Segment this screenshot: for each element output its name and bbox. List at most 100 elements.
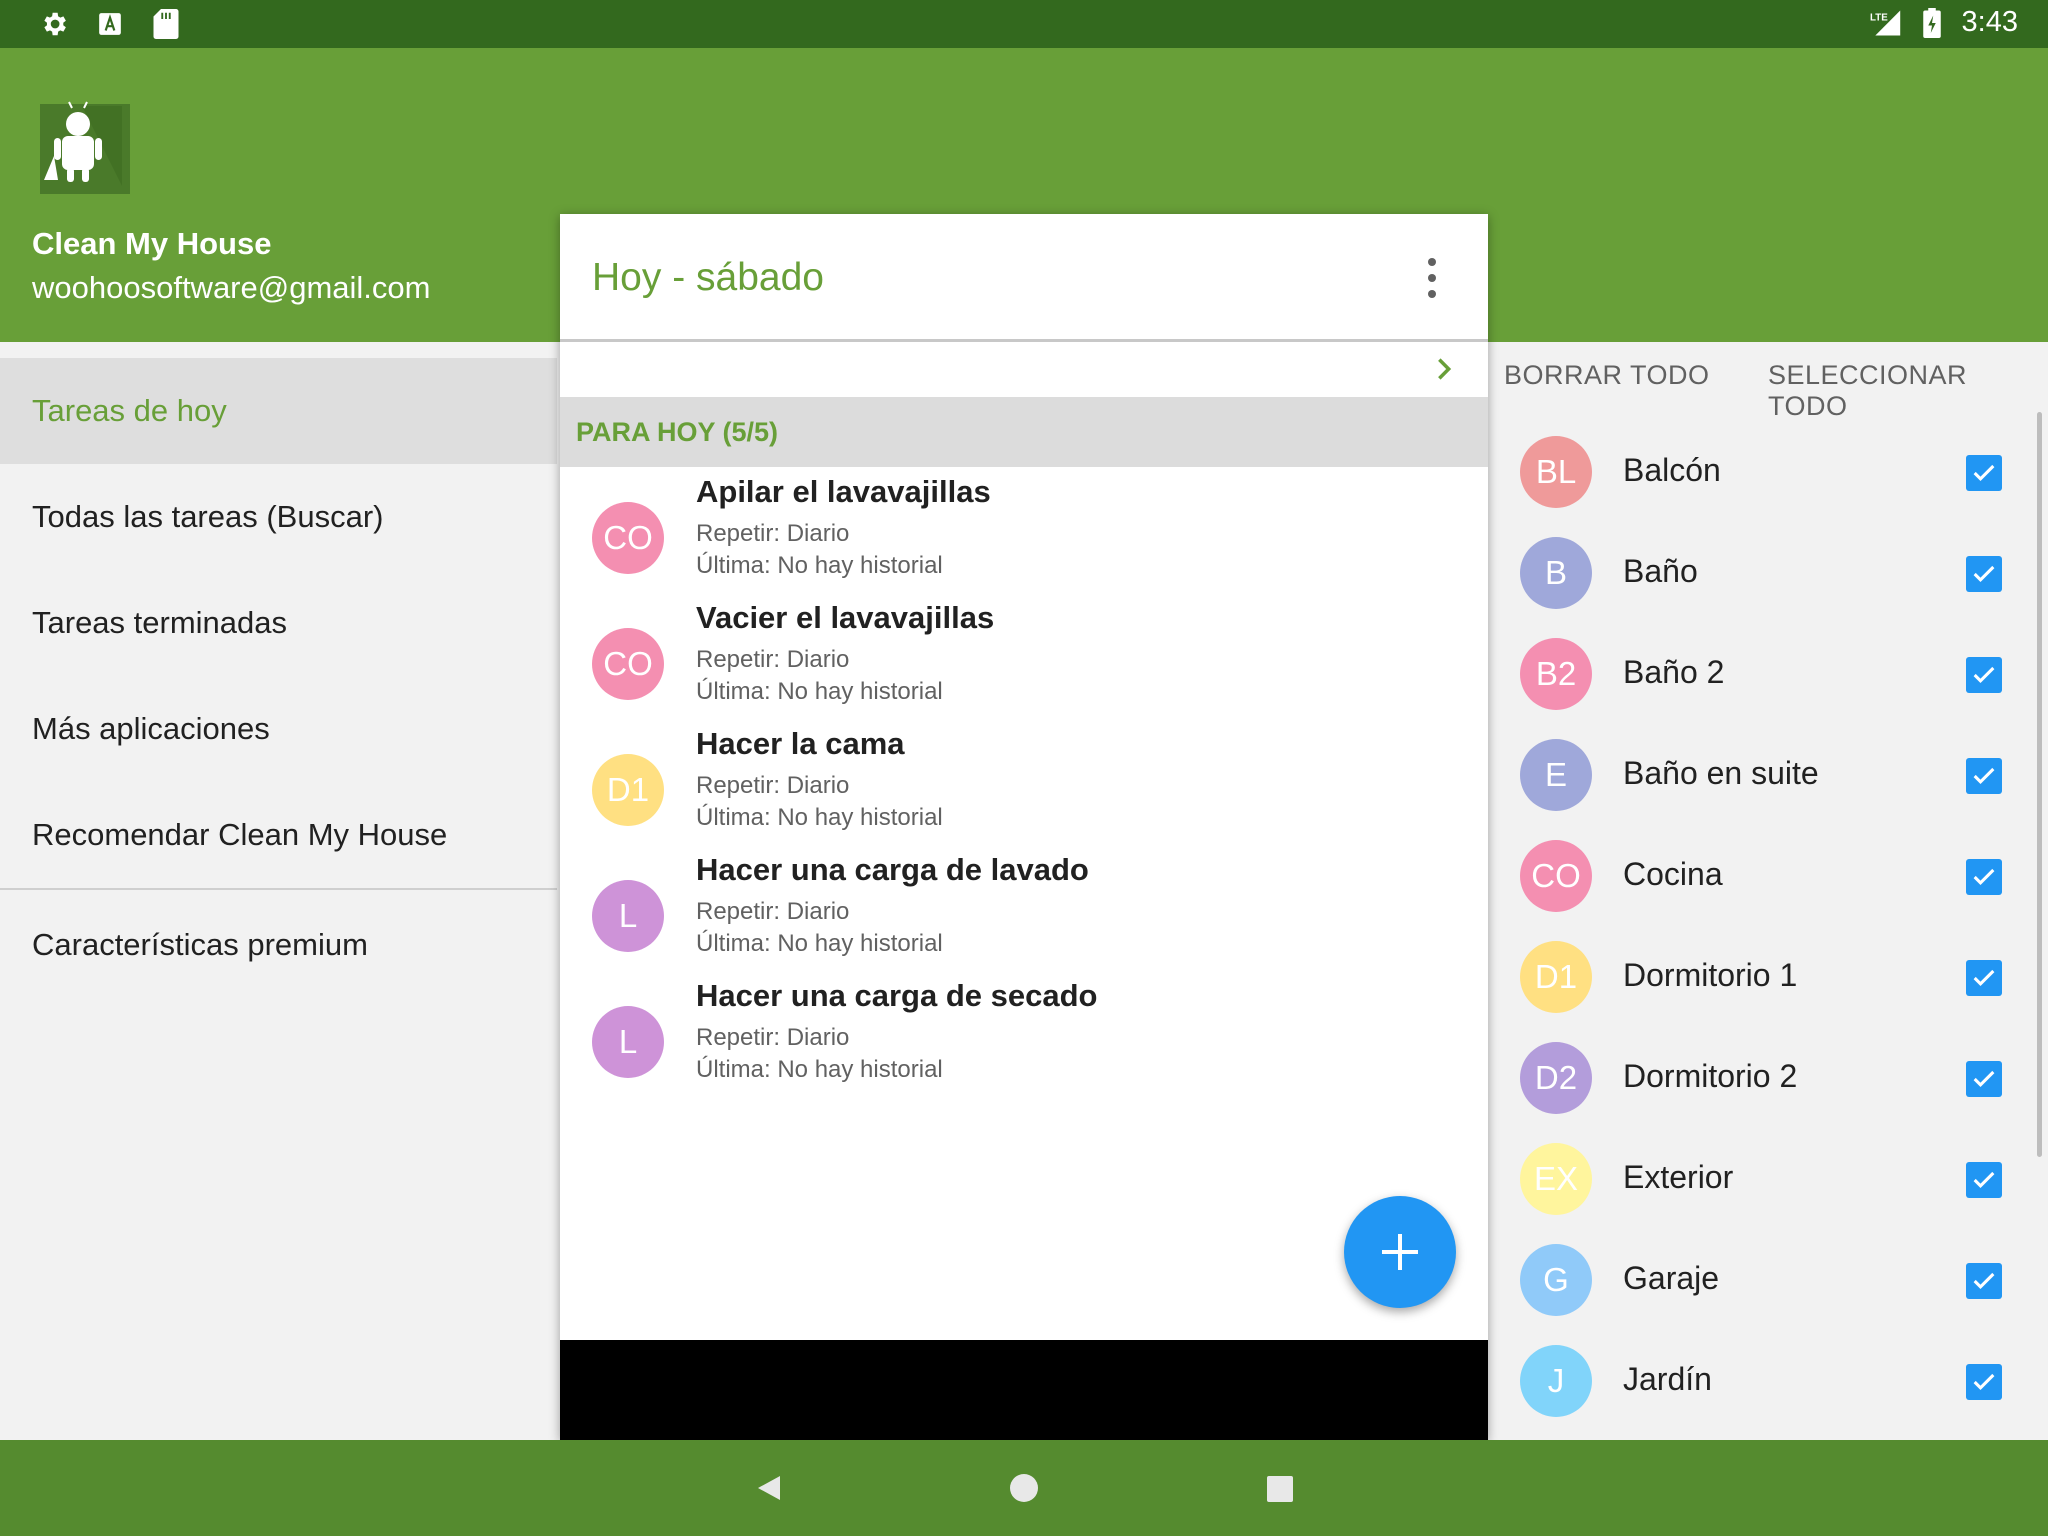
plus-icon	[1382, 1234, 1418, 1270]
room-checkbox[interactable]	[1966, 455, 2002, 491]
checkmark-icon	[1973, 969, 1995, 986]
task-title: Hacer la cama	[696, 726, 905, 761]
room-filter-row[interactable]: B2 Baño 2	[1490, 624, 2048, 725]
room-label: Baño en suite	[1623, 755, 1819, 791]
menu-item-recommend[interactable]: Recomendar Clean My House	[0, 782, 557, 888]
room-avatar: B2	[1520, 638, 1592, 710]
drawer-menu: Tareas de hoy Todas las tareas (Buscar) …	[0, 358, 557, 1000]
room-label: Balcón	[1623, 452, 1721, 488]
room-label: Jardín	[1623, 1361, 1712, 1397]
room-checkbox[interactable]	[1966, 1263, 2002, 1299]
task-title: Hacer una carga de secado	[696, 978, 1098, 1013]
scrollbar[interactable]	[2037, 412, 2042, 1157]
room-filter-row[interactable]: E Baño en suite	[1490, 725, 2048, 826]
task-row[interactable]: L Hacer una carga de secado Repetir: Diari…	[560, 978, 1488, 1104]
room-avatar: BL	[1520, 436, 1592, 508]
overflow-menu-icon[interactable]	[1420, 258, 1444, 298]
date-nav-row	[560, 345, 1488, 397]
task-title: Apilar el lavavajillas	[696, 474, 991, 509]
task-room-avatar: CO	[592, 502, 664, 574]
task-last-done: Última: No hay historial	[696, 678, 943, 705]
section-header: PARA HOY (5/5)	[560, 397, 1488, 467]
room-avatar: B	[1520, 537, 1592, 609]
room-checkbox[interactable]	[1966, 1061, 2002, 1097]
task-row[interactable]: CO Apilar el lavavajillas Repetir: Diario Ú…	[560, 474, 1488, 600]
menu-item-all-tasks[interactable]: Todas las tareas (Buscar)	[0, 464, 557, 570]
room-label: Garaje	[1623, 1260, 1720, 1296]
task-title: Vacier el lavavajillas	[696, 600, 995, 635]
today-tasks-card: Hoy - sábado PARA HOY (5/5) CO Apilar el …	[560, 214, 1488, 1440]
task-title: Hacer una carga de lavado	[696, 852, 1089, 887]
room-label: Cocina	[1623, 856, 1723, 892]
room-label: Dormitorio 2	[1623, 1058, 1798, 1094]
add-task-button[interactable]	[1344, 1196, 1456, 1308]
app-logo-icon	[32, 96, 130, 194]
task-last-done: Última: No hay historial	[696, 1056, 943, 1083]
task-room-avatar: L	[592, 880, 664, 952]
room-checkbox[interactable]	[1966, 556, 2002, 592]
checkmark-icon	[1973, 1171, 1995, 1188]
lte-signal-icon: LTE	[1870, 7, 1902, 39]
filter-actions: BORRAR TODO SELECCIONAR TODO	[1490, 360, 2048, 421]
menu-item-today-tasks[interactable]: Tareas de hoy	[0, 358, 557, 464]
section-title: PARA HOY (5/5)	[576, 417, 779, 447]
room-checkbox[interactable]	[1966, 758, 2002, 794]
room-filter-row[interactable]: J Jardín	[1490, 1331, 2048, 1432]
task-row[interactable]: L Hacer una carga de lavado Repetir: Diari…	[560, 852, 1488, 978]
task-room-avatar: D1	[592, 754, 664, 826]
room-filter-row[interactable]: B Baño	[1490, 523, 2048, 624]
battery-charging-icon	[1916, 7, 1948, 39]
task-last-done: Última: No hay historial	[696, 804, 943, 831]
task-last-done: Última: No hay historial	[696, 930, 943, 957]
room-filter-row[interactable]: G Garaje	[1490, 1230, 2048, 1331]
home-icon[interactable]	[1010, 1474, 1038, 1502]
room-checkbox[interactable]	[1966, 1162, 2002, 1198]
menu-item-more-apps[interactable]: Más aplicaciones	[0, 676, 557, 782]
task-repeat: Repetir: Diario	[696, 772, 850, 799]
clear-all-button[interactable]: BORRAR TODO	[1504, 360, 1710, 391]
room-label: Exterior	[1623, 1159, 1734, 1195]
task-repeat: Repetir: Diario	[696, 646, 850, 673]
recent-apps-icon[interactable]	[1267, 1476, 1293, 1502]
room-checkbox[interactable]	[1966, 859, 2002, 895]
select-all-button[interactable]: SELECCIONAR TODO	[1768, 360, 2048, 422]
settings-icon	[38, 8, 70, 40]
menu-item-finished-tasks[interactable]: Tareas terminadas	[0, 570, 557, 676]
card-toolbar: Hoy - sábado	[560, 214, 1488, 342]
checkmark-icon	[1973, 666, 1995, 683]
room-label: Dormitorio 1	[1623, 957, 1798, 993]
room-label: Baño 2	[1623, 654, 1725, 690]
task-repeat: Repetir: Diario	[696, 520, 850, 547]
room-checkbox[interactable]	[1966, 657, 2002, 693]
room-filter-row[interactable]: BL Balcón	[1490, 422, 2048, 523]
room-checkbox[interactable]	[1966, 960, 2002, 996]
menu-item-premium[interactable]: Características premium	[0, 890, 557, 1000]
task-repeat: Repetir: Diario	[696, 898, 850, 925]
task-last-done: Última: No hay historial	[696, 552, 943, 579]
room-avatar: EX	[1520, 1143, 1592, 1215]
task-repeat: Repetir: Diario	[696, 1024, 850, 1051]
page-title: Hoy - sábado	[592, 256, 824, 299]
chevron-right-icon[interactable]	[1430, 355, 1458, 383]
room-filter-row[interactable]: D2 Dormitorio 2	[1490, 1028, 2048, 1129]
task-row[interactable]: D1 Hacer la cama Repetir: Diario Última: No…	[560, 726, 1488, 852]
checkmark-icon	[1973, 1272, 1995, 1289]
drawer-app-name: Clean My House	[32, 226, 272, 261]
status-bar: LTE 3:43	[0, 0, 2048, 48]
task-row[interactable]: CO Vacier el lavavajillas Repetir: Diario Ú…	[560, 600, 1488, 726]
room-filter-row[interactable]: CO Cocina	[1490, 826, 2048, 927]
room-filter-panel: BORRAR TODO SELECCIONAR TODO BL Balcón B Ba…	[1490, 342, 2048, 1440]
room-checkbox[interactable]	[1966, 1364, 2002, 1400]
room-avatar: J	[1520, 1345, 1592, 1417]
room-avatar: E	[1520, 739, 1592, 811]
back-icon[interactable]	[756, 1474, 782, 1507]
text-a-icon	[94, 8, 126, 40]
room-avatar: D2	[1520, 1042, 1592, 1114]
task-list: CO Apilar el lavavajillas Repetir: Diario Ú…	[560, 474, 1488, 1104]
room-filter-row[interactable]: D1 Dormitorio 1	[1490, 927, 2048, 1028]
clock-time: 3:43	[1961, 6, 2018, 38]
checkmark-icon	[1973, 868, 1995, 885]
room-filter-row[interactable]: EX Exterior	[1490, 1129, 2048, 1230]
room-label: Baño	[1623, 553, 1698, 589]
room-avatar: D1	[1520, 941, 1592, 1013]
